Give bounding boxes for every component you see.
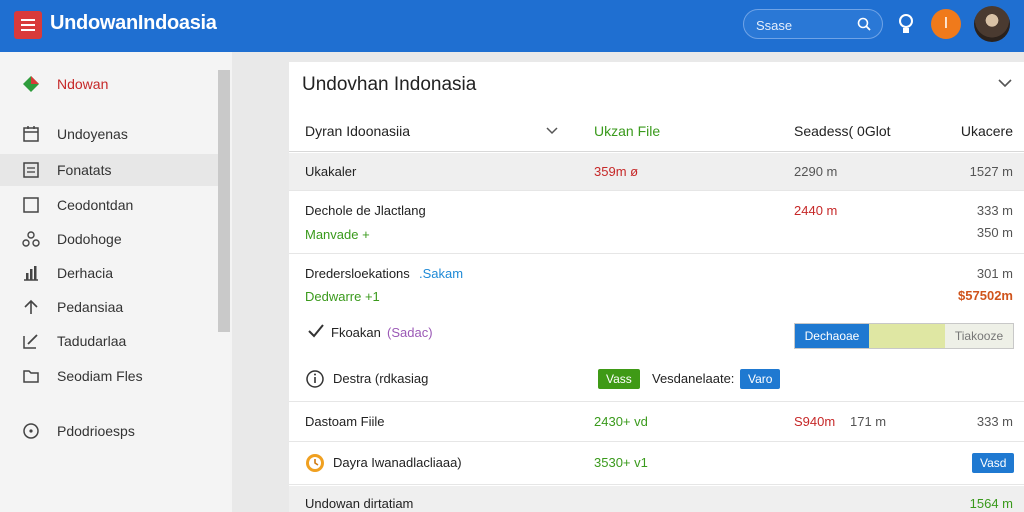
- progress-fill: [869, 324, 945, 348]
- search-box[interactable]: [743, 9, 883, 39]
- row-name: Dastoam Fiile: [305, 414, 385, 429]
- bulb-icon[interactable]: [897, 13, 915, 37]
- profile-photo-avatar[interactable]: [974, 6, 1010, 42]
- calendar-icon: [23, 126, 39, 142]
- row-value: 301 m: [976, 266, 1013, 281]
- table-row[interactable]: Dastoam Fiile 2430+ vd S940m 171 m 333 m: [289, 403, 1024, 442]
- sidebar-item-label: Fonatats: [57, 162, 112, 178]
- row-name: Fkoakan: [331, 325, 381, 340]
- row-value: $57502m: [958, 288, 1013, 303]
- search-input[interactable]: [756, 16, 851, 34]
- row-value: 2290 m: [794, 164, 838, 179]
- column-header[interactable]: Ukacere: [949, 123, 1013, 139]
- status-badge[interactable]: Vasd: [972, 453, 1015, 473]
- table-row[interactable]: Destra (rdkasiag Vass Vesdanelaate: Varo: [289, 358, 1024, 402]
- table-row[interactable]: Dechole de Jlactlang Manvade + 2440 m 33…: [289, 192, 1024, 254]
- table-row[interactable]: Dayra Iwanadlacliaaa) 3530+ v1 Vasd: [289, 443, 1024, 485]
- info-circle-icon: [306, 370, 324, 388]
- row-subtitle: Manvade +: [305, 227, 370, 242]
- column-header[interactable]: Ukzan File: [594, 123, 660, 139]
- status-badge[interactable]: Vass: [598, 369, 640, 389]
- row-name: Dredersloekations: [305, 266, 410, 281]
- chevron-down-icon[interactable]: [997, 76, 1013, 90]
- circle-dot-icon: [23, 423, 39, 439]
- row-name: Dechole de Jlactlang: [305, 203, 426, 218]
- row-value: 2440 m: [794, 203, 838, 218]
- row-name: Ukakaler: [305, 164, 357, 179]
- row-value: 171 m: [850, 414, 887, 429]
- row-name: Destra (rdkasiag: [333, 371, 429, 386]
- progress-label: Tiakooze: [954, 329, 1004, 343]
- chevron-down-icon[interactable]: [545, 126, 559, 136]
- sidebar-item-pdodrioesps[interactable]: Pdodrioesps: [0, 415, 218, 447]
- sidebar-item-pedansiaa[interactable]: Pedansiaa: [0, 291, 218, 323]
- sidebar-item-label: Undoyenas: [57, 126, 128, 142]
- status-badge[interactable]: Varo: [740, 369, 781, 389]
- row-value: S940m: [794, 414, 836, 429]
- sidebar: Ndowan Undoyenas Fonatats Ceodontdan Dod…: [0, 52, 232, 512]
- row-value: 350 m: [976, 225, 1013, 240]
- document-icon: [23, 162, 39, 178]
- row-value: 3530+ v1: [594, 455, 648, 470]
- row-tag: (Sadac): [387, 325, 433, 340]
- arrow-up-icon: [24, 299, 38, 314]
- column-header[interactable]: Seadess( 0Glot: [794, 123, 891, 139]
- sidebar-item-label: Tadudarlaa: [57, 333, 127, 349]
- sidebar-item-label: Seodiam Fles: [57, 368, 143, 384]
- table-header: Dyran Idoonasiia Ukzan File Seadess( 0Gl…: [289, 110, 1024, 152]
- row-name: Dayra Iwanadlacliaaa): [333, 455, 462, 470]
- app-title: UndowanIndoasia: [50, 12, 217, 34]
- sidebar-item-label: Ndowan: [57, 76, 109, 92]
- row-name: Undowan dirtatiam: [305, 496, 414, 511]
- page-title: Undovhan Indonasia: [302, 74, 477, 95]
- column-header[interactable]: Dyran Idoonasiia: [305, 123, 410, 139]
- user-avatar[interactable]: I: [931, 9, 961, 39]
- sidebar-item-label: Pdodrioesps: [57, 423, 135, 439]
- top-bar: UndowanIndoasia I: [0, 0, 1024, 52]
- sidebar-scrollbar[interactable]: [218, 70, 230, 332]
- row-value: 333 m: [976, 414, 1013, 429]
- bar-chart-icon: [24, 266, 38, 281]
- clock-icon: [306, 454, 324, 472]
- row-value: 1564 m: [969, 496, 1013, 511]
- sidebar-item-ndowan[interactable]: Ndowan: [0, 68, 218, 100]
- row-value: 1527 m: [969, 164, 1013, 179]
- row-subtitle: Dedwarre +1: [305, 289, 380, 304]
- sidebar-item-fonatats[interactable]: Fonatats: [0, 154, 218, 186]
- sidebar-item-tadudarlaa[interactable]: Tadudarlaa: [0, 325, 218, 357]
- folder-icon: [23, 370, 39, 383]
- square-icon: [23, 197, 39, 213]
- table-row[interactable]: Undowan dirtatiam 1564 m: [289, 486, 1024, 512]
- sidebar-item-undoyenas[interactable]: Undoyenas: [0, 118, 218, 150]
- row-link[interactable]: .Sakam: [419, 266, 463, 281]
- sidebar-item-ceodontdan[interactable]: Ceodontdan: [0, 189, 218, 221]
- row-value: 333 m: [976, 203, 1013, 218]
- search-icon[interactable]: [857, 17, 871, 31]
- sidebar-item-label: Ceodontdan: [57, 197, 134, 213]
- sidebar-item-label: Dodohoge: [57, 231, 122, 247]
- sidebar-item-derhacia[interactable]: Derhacia: [0, 257, 218, 289]
- checkmark-icon: [308, 324, 324, 338]
- progress-button[interactable]: Dechaoae: [795, 324, 869, 348]
- main-panel: Undovhan Indonasia Dyran Idoonasiia Ukza…: [289, 62, 1024, 512]
- sidebar-item-dodohoge[interactable]: Dodohoge: [0, 223, 218, 255]
- cluster-icon: [22, 231, 40, 247]
- status-label: Vesdanelaate:: [652, 371, 735, 386]
- row-value: 2430+ vd: [594, 414, 648, 429]
- row-value: 359m ø: [594, 164, 639, 179]
- sidebar-item-seodiam-fles[interactable]: Seodiam Fles: [0, 360, 218, 392]
- edit-icon: [23, 334, 38, 349]
- menu-icon[interactable]: [14, 11, 42, 39]
- sidebar-item-label: Pedansiaa: [57, 299, 124, 315]
- table-row[interactable]: Ukakaler 359m ø 2290 m 1527 m: [289, 153, 1024, 191]
- diamond-logo-icon: [23, 76, 39, 92]
- sidebar-item-label: Derhacia: [57, 265, 114, 281]
- progress-bar: Dechaoae Tiakooze: [794, 323, 1014, 349]
